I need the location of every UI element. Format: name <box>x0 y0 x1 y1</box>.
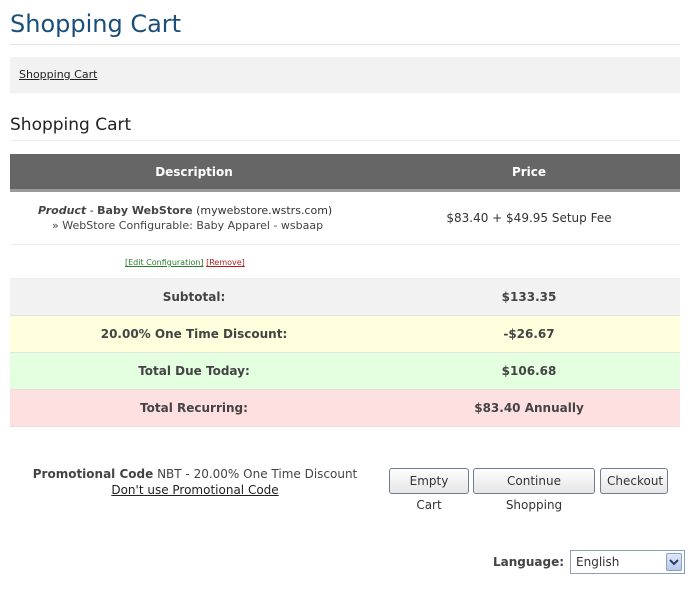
continue-shopping-button[interactable]: Continue Shopping <box>473 468 595 512</box>
total-recurring-row: Total Recurring: $83.40 Annually <box>10 390 680 427</box>
discount-row: 20.00% One Time Discount: -$26.67 <box>10 316 680 353</box>
total-due-today-row: Total Due Today: $106.68 <box>10 353 680 390</box>
subtotal-row: Subtotal: $133.35 <box>10 279 680 316</box>
language-label: Language: <box>493 555 565 569</box>
column-header-price: Price <box>511 164 547 179</box>
empty-cart-button[interactable]: Empty Cart <box>389 468 469 512</box>
cart-item-price: $83.40 + $49.95 Setup Fee <box>446 211 612 225</box>
subtotal-label: Subtotal: <box>162 290 226 304</box>
subtotal-value: $133.35 <box>501 290 557 304</box>
total-due-today-value: $106.68 <box>501 364 557 378</box>
language-selector: Language: English <box>493 550 686 574</box>
cart-header-row: Description Price <box>10 154 680 192</box>
breadcrumb-link-shopping-cart[interactable]: Shopping Cart <box>19 68 97 81</box>
remove-item-link[interactable]: [Remove] <box>206 258 245 267</box>
promo-code-section: Promotional Code NBT - 20.00% One Time D… <box>10 466 380 498</box>
total-recurring-value: $83.40 Annually <box>474 401 584 415</box>
language-select[interactable]: English <box>570 550 686 574</box>
total-recurring-label: Total Recurring: <box>140 401 248 415</box>
discount-label: 20.00% One Time Discount: <box>100 327 288 341</box>
total-due-today-label: Total Due Today: <box>138 364 250 378</box>
cart-item-row: Product - Baby WebStore (mywebstore.wstr… <box>10 192 680 245</box>
cart-item-actions: [Edit Configuration] [Remove] <box>10 245 680 279</box>
item-separator: - <box>86 204 98 217</box>
language-selected-value: English <box>576 555 620 569</box>
cart-item-description: Product - Baby WebStore (mywebstore.wstr… <box>10 203 378 233</box>
cart-table: Description Price Product - Baby WebStor… <box>10 154 680 427</box>
remove-promo-code-link[interactable]: Don't use Promotional Code <box>111 483 278 497</box>
page-title: Shopping Cart <box>10 10 680 45</box>
item-type: Product <box>38 204 87 217</box>
edit-configuration-link[interactable]: [Edit Configuration] <box>125 258 204 267</box>
breadcrumb: Shopping Cart <box>10 57 680 93</box>
promo-code-label: Promotional Code <box>32 467 154 481</box>
section-title: Shopping Cart <box>10 114 680 141</box>
promo-code-value: NBT - 20.00% One Time Discount <box>157 467 358 481</box>
checkout-button[interactable]: Checkout <box>600 468 668 494</box>
item-configuration: » WebStore Configurable: Baby Apparel - … <box>52 219 324 232</box>
item-domain: (mywebstore.wstrs.com) <box>196 204 333 217</box>
discount-value: -$26.67 <box>503 327 555 341</box>
column-header-description: Description <box>155 164 233 179</box>
chevron-down-icon[interactable] <box>666 553 683 571</box>
item-name: Baby WebStore <box>97 204 193 217</box>
